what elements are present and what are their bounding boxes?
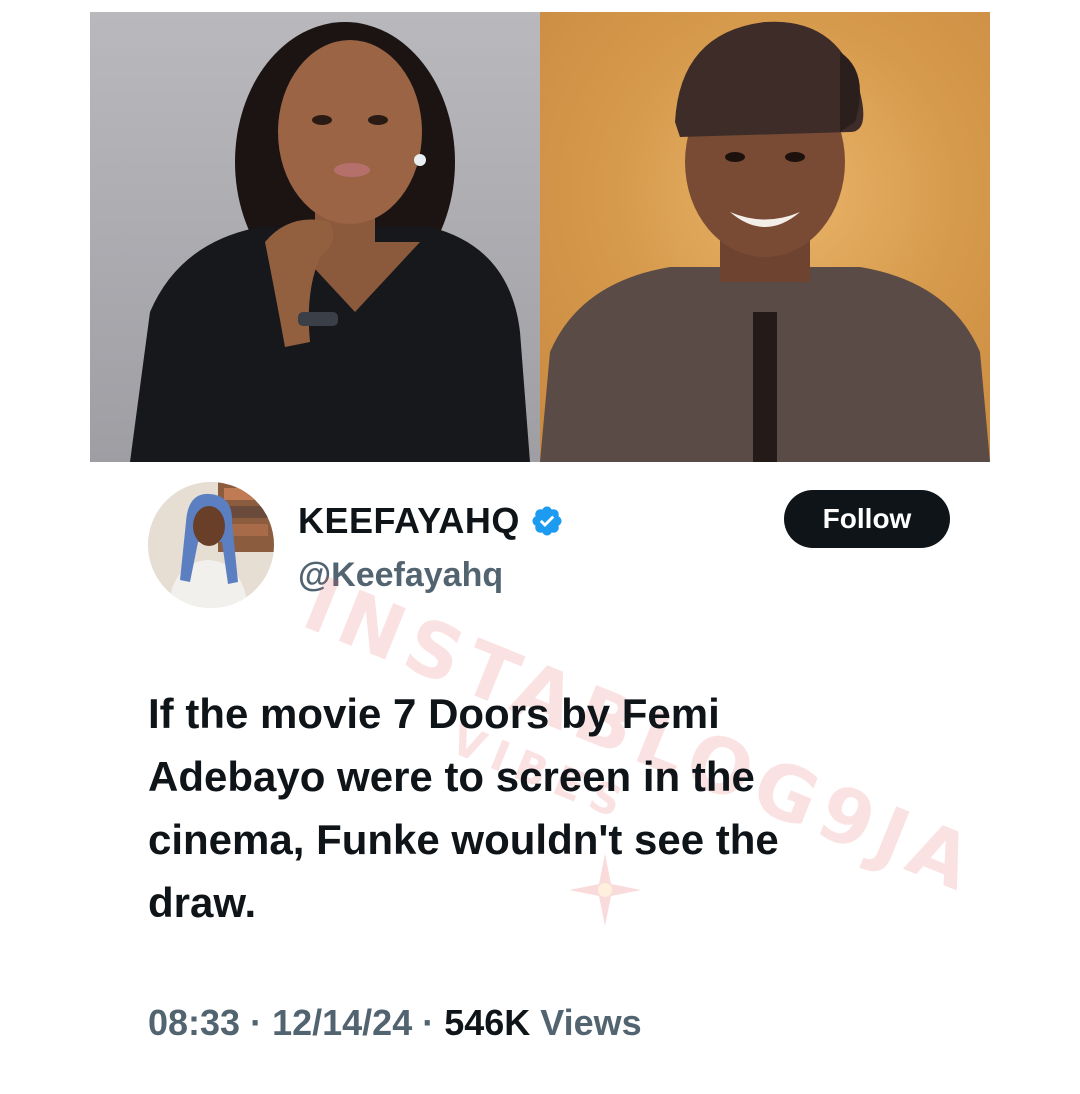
tweet-time[interactable]: 08:33 <box>148 1002 240 1044</box>
meta-separator: · <box>250 1002 263 1043</box>
tweet-line-2: Adebayo were to screen in the <box>148 753 755 800</box>
tweet-header: KEEFAYAHQ @Keefayahq Follow <box>148 482 950 612</box>
woman-portrait <box>130 22 530 462</box>
name-row: KEEFAYAHQ <box>298 500 564 542</box>
tweet-line-4: draw. <box>148 879 257 926</box>
tweet-media[interactable] <box>90 12 990 462</box>
avatar-image <box>148 482 274 608</box>
tweet-line-1: If the movie 7 Doors by Femi <box>148 690 720 737</box>
tweet-text: If the movie 7 Doors by Femi Adebayo wer… <box>148 682 928 934</box>
profile-avatar[interactable] <box>148 482 274 608</box>
follow-button[interactable]: Follow <box>784 490 950 548</box>
tweet-line-3: cinema, Funke wouldn't see the <box>148 816 779 863</box>
tweet-date[interactable]: 12/14/24 <box>272 1002 412 1044</box>
man-portrait <box>540 21 990 462</box>
left-photo[interactable] <box>90 12 540 462</box>
meta-separator: · <box>422 1002 435 1043</box>
display-name[interactable]: KEEFAYAHQ <box>298 500 520 542</box>
right-photo[interactable] <box>540 12 990 462</box>
views-count[interactable]: 546K <box>444 1002 530 1044</box>
verified-badge-icon <box>530 504 564 538</box>
tweet-meta: 08:33 · 12/14/24 · 546K Views <box>148 1002 642 1044</box>
user-handle[interactable]: @Keefayahq <box>298 556 503 595</box>
views-label: Views <box>540 1002 642 1043</box>
